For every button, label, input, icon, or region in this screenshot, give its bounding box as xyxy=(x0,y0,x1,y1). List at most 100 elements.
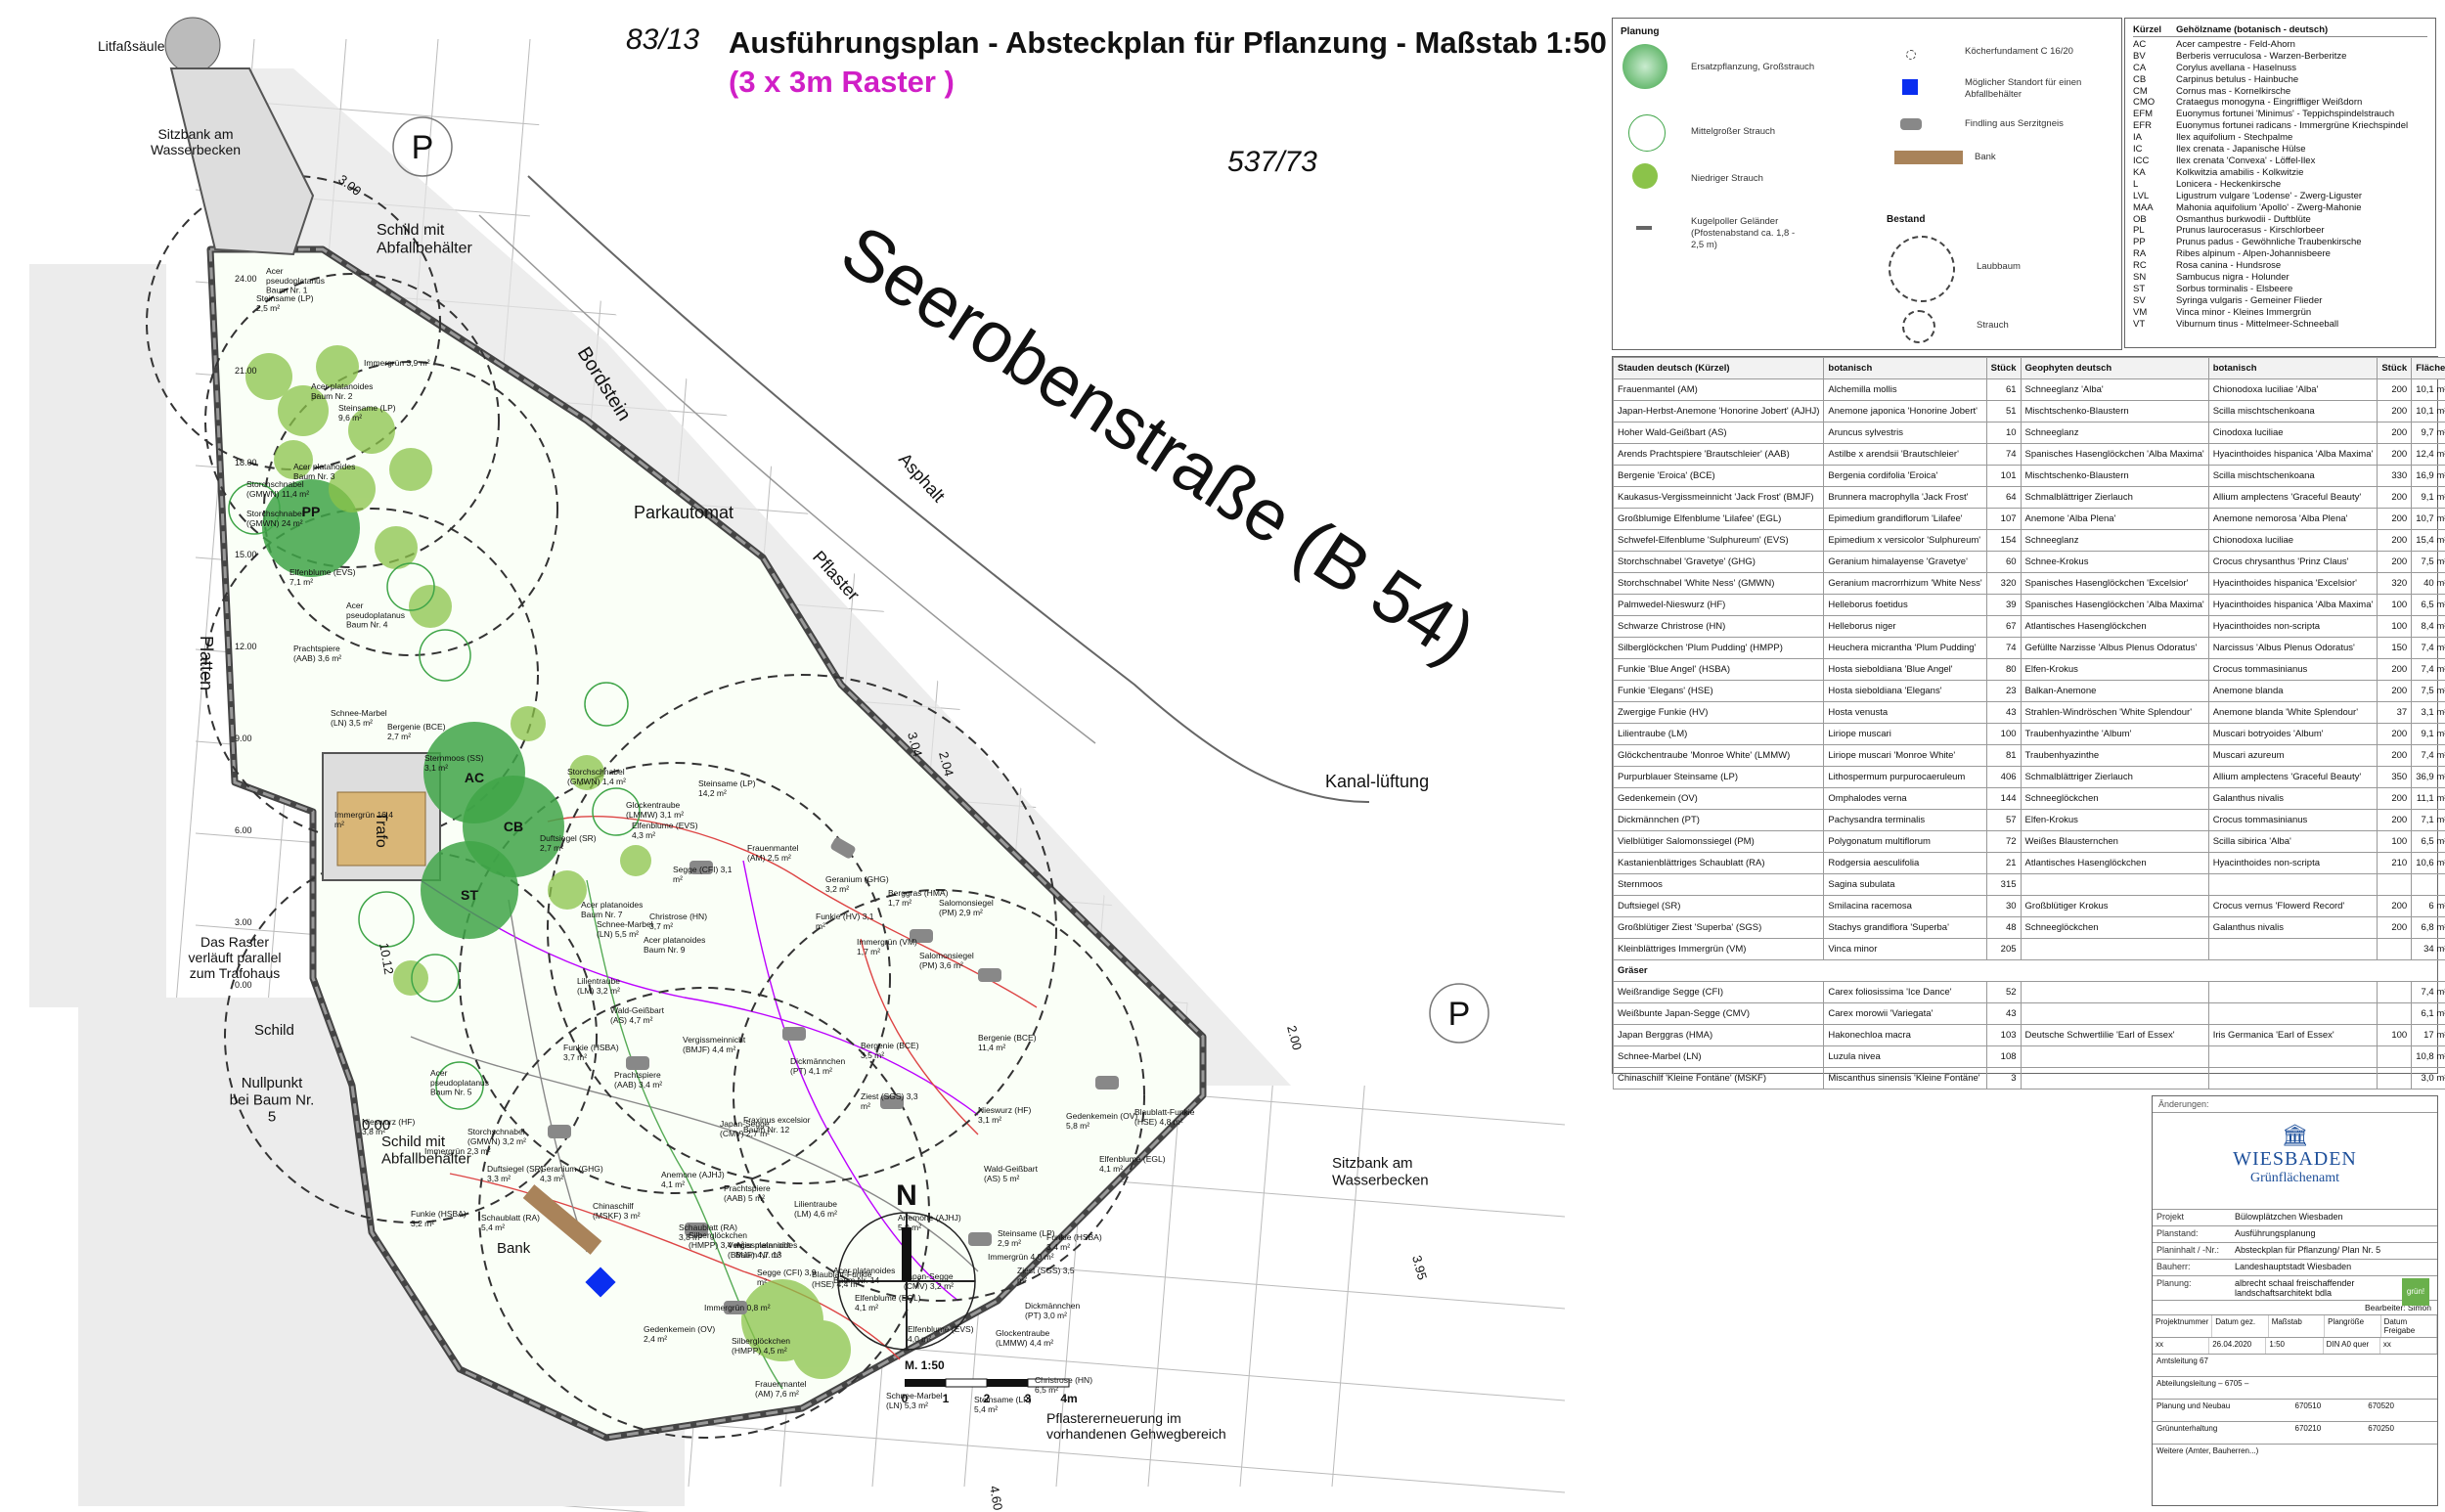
table-cell xyxy=(2020,1067,2209,1090)
table-cell: Chionodoxa luciliae xyxy=(2207,529,2378,552)
species-row: L Lonicera - Heckenkirsche xyxy=(2133,179,2427,191)
table-row: Großblumige Elfenblume 'Lilafee' (EGL) Ep… xyxy=(1612,508,2445,530)
species-name: Euonymus fortunei 'Minimus' - Teppichspi… xyxy=(2176,109,2395,120)
column-header: Stück xyxy=(2377,357,2413,379)
table-row: Gedenkemein (OV) Omphalodes verna 144 Schne… xyxy=(1612,787,2445,810)
table-row: Storchschnabel 'Gravetye' (GHG) Geranium … xyxy=(1612,551,2445,573)
table-cell: Gefüllte Narzisse 'Albus Plenus Odoratus… xyxy=(2020,637,2209,659)
table-cell: 30 xyxy=(1985,895,2022,917)
title-value: Landeshauptstadt Wiesbaden xyxy=(2235,1262,2352,1271)
table-cell: 17 m² xyxy=(2411,1024,2445,1046)
table-cell: Helleborus foetidus xyxy=(1823,594,1987,616)
table-row: Glöckchentraube 'Monroe White' (LMMW) Lir… xyxy=(1612,744,2445,767)
meta-cell: xx xyxy=(2153,1338,2210,1354)
table-cell: Großblütiger Krokus xyxy=(2020,895,2209,917)
table-cell: Cinodoxa luciliae xyxy=(2207,422,2378,444)
logo-dept: Grünflächenamt xyxy=(2250,1171,2339,1185)
table-cell xyxy=(2377,1067,2413,1090)
species-name: Mahonia aquifolium 'Apollo' - Zwerg-Maho… xyxy=(2176,201,2362,213)
table-cell: Geranium himalayense 'Gravetye' xyxy=(1823,551,1987,573)
table-cell: 51 xyxy=(1985,400,2022,422)
table-cell xyxy=(2207,1002,2378,1025)
title-rows: Projekt Bülowplätzchen Wiesbaden Planstand… xyxy=(2153,1209,2437,1300)
table-row: Dickmännchen (PT) Pachysandra terminalis 5… xyxy=(1612,809,2445,831)
table-cell: 330 xyxy=(2377,465,2413,487)
pflaster-note: Pflastererneuerung im vorhandenen Gehwegb… xyxy=(1046,1410,1226,1442)
table-cell: 11,1 m² xyxy=(2411,787,2445,810)
sign-row: Weitere (Amter, Bauherren...) xyxy=(2153,1444,2437,1466)
table-cell: Kastanienblättriges Schaublatt (RA) xyxy=(1612,852,1825,874)
table-row: Großblütiger Ziest 'Superba' (SGS) Stachy… xyxy=(1612,916,2445,939)
table-cell: 7,1 m² xyxy=(2411,809,2445,831)
species-code: RC xyxy=(2133,260,2147,272)
table-row: Schnee-Marbel (LN) Luzula nivea 108 10,8 m² xyxy=(1612,1045,2445,1068)
bed-label: Frauenmantel (AM) 2,5 m² xyxy=(747,843,799,863)
table-cell: 40 m² xyxy=(2411,572,2445,595)
bed-label: Storchschnabel (GMWN) 3,2 m² xyxy=(467,1127,526,1146)
table-cell xyxy=(2377,873,2413,896)
tree-code-PP: PP xyxy=(302,504,321,519)
bin-symbol-icon xyxy=(1902,79,1918,95)
title-key: Projekt xyxy=(2156,1212,2185,1222)
table-cell: 48 xyxy=(1985,916,2022,939)
table-cell: 406 xyxy=(1985,766,2022,788)
title-key: Planstand: xyxy=(2156,1228,2199,1238)
table-cell: 100 xyxy=(2377,830,2413,853)
table-row: Storchschnabel 'White Ness' (GMWN) Gerani… xyxy=(1612,572,2445,595)
table-cell: 103 xyxy=(1985,1024,2022,1046)
table-cell: Anemone blanda 'White Splendour' xyxy=(2207,701,2378,724)
parkautomat-label: Parkautomat xyxy=(634,503,734,522)
legend-bestand-0: Laubbaum xyxy=(1977,261,2021,272)
plan-drawing: P P Seerobenstraße (B 54)83/13537/73Litf… xyxy=(29,17,1584,1512)
sign-cell: 670510 xyxy=(2294,1401,2322,1410)
title-row: Projekt Bülowplätzchen Wiesbaden xyxy=(2153,1209,2437,1225)
table-cell: 16,9 m² xyxy=(2411,465,2445,487)
plan-subtitle: (3 x 3m Raster ) xyxy=(729,65,955,99)
table-cell: Kleinblättriges Immergrün (VM) xyxy=(1612,938,1825,960)
table-row: Hoher Wald-Geißbart (AS) Aruncus sylvestr… xyxy=(1612,422,2445,444)
table-cell: 200 xyxy=(2377,680,2413,702)
table-cell: 320 xyxy=(1985,572,2022,595)
species-name: Ilex crenata 'Convexa' - Löffel-Ilex xyxy=(2176,155,2316,166)
table-cell: 315 xyxy=(1985,873,2022,896)
species-name: Corylus avellana - Haselnuss xyxy=(2176,62,2297,73)
table-cell: 39 xyxy=(1985,594,2022,616)
table-cell: Schwarze Christrose (HN) xyxy=(1612,615,1825,638)
meta-cell: 1:50 xyxy=(2266,1338,2324,1354)
species-code: VT xyxy=(2133,318,2146,330)
sign-cell: 670520 xyxy=(2368,1401,2394,1410)
table-cell: Großblütiger Ziest 'Superba' (SGS) xyxy=(1612,916,1825,939)
species-code: IA xyxy=(2133,132,2142,144)
table-cell: 7,4 m² xyxy=(2411,981,2445,1003)
table-cell: 67 xyxy=(1985,615,2022,638)
table-cell: 107 xyxy=(1985,508,2022,530)
bench-symbol-icon xyxy=(1894,151,1963,164)
species-name: Carpinus betulus - Hainbuche xyxy=(2176,73,2299,85)
table-cell: Palmwedel-Nieswurz (HF) xyxy=(1612,594,1825,616)
table-row: Kleinblättriges Immergrün (VM) Vinca mino… xyxy=(1612,938,2445,960)
table-cell: Heuchera micrantha 'Plum Pudding' xyxy=(1823,637,1987,659)
table-cell: Schmalblättriger Zierlauch xyxy=(2020,486,2209,509)
species-row: IA Ilex aquifolium - Stechpalme xyxy=(2133,132,2427,144)
table-row: Funkie 'Blue Angel' (HSBA) Hosta sieboldi… xyxy=(1612,658,2445,681)
species-code: L xyxy=(2133,178,2139,190)
table-cell: 200 xyxy=(2377,787,2413,810)
bank-label: Bank xyxy=(497,1240,531,1257)
meta-cell: 26.04.2020 xyxy=(2209,1338,2267,1354)
table-cell: Iris Germanica 'Earl of Essex' xyxy=(2207,1024,2378,1046)
bed-label: Immergrün 4,0 m² xyxy=(988,1252,1054,1262)
table-cell: Scilla sibirica 'Alba' xyxy=(2207,830,2378,853)
species-code: EFM xyxy=(2133,109,2154,120)
dim-label: 4.60 xyxy=(987,1485,1005,1512)
bed-label: Chinaschilf (MSKF) 3 m² xyxy=(593,1201,641,1221)
table-cell: 57 xyxy=(1985,809,2022,831)
species-name: Syringa vulgaris - Gemeiner Flieder xyxy=(2176,294,2323,306)
table-cell: 61 xyxy=(1985,378,2022,401)
sign-cell xyxy=(2291,1445,2365,1466)
table-cell: 72 xyxy=(1985,830,2022,853)
table-cell: Polygonatum multiflorum xyxy=(1823,830,1987,853)
sign-cell: 670210 xyxy=(2294,1424,2322,1433)
table-cell: Liriope muscari 'Monroe White' xyxy=(1823,744,1987,767)
table-cell: Duftsiegel (SR) xyxy=(1612,895,1825,917)
table-cell: Scilla mischtschenkoana xyxy=(2207,465,2378,487)
